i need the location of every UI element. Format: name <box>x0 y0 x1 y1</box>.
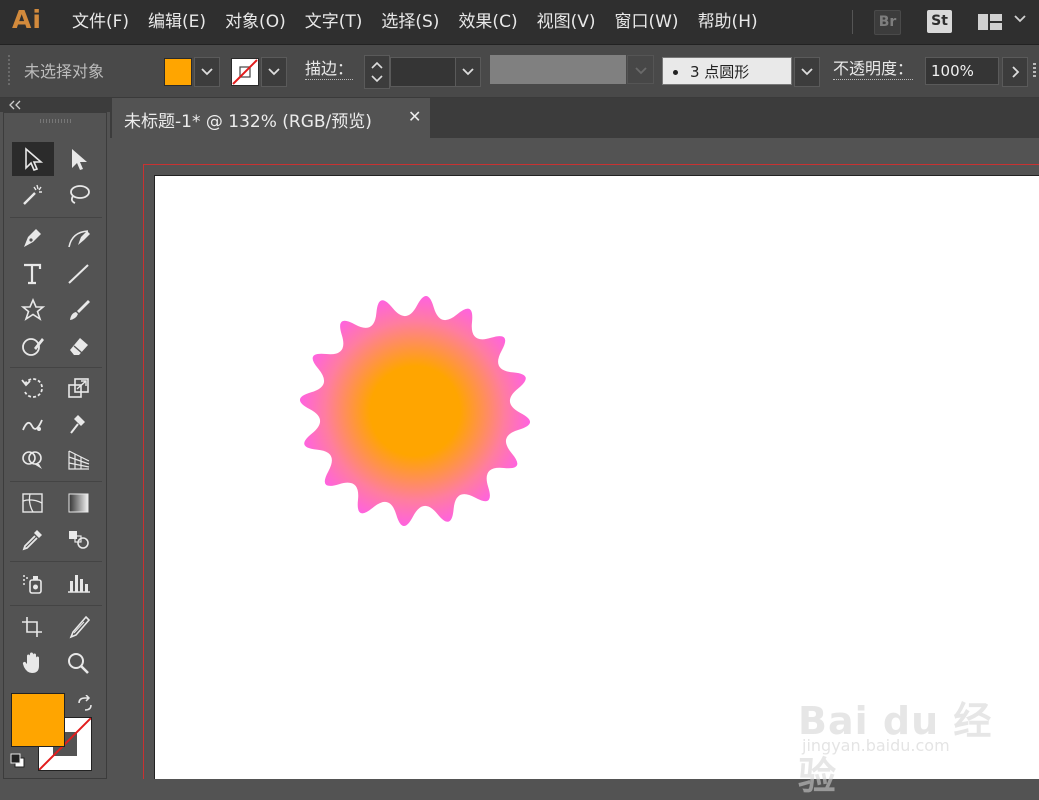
menu-select[interactable]: 选择(S) <box>371 0 448 44</box>
stroke-weight-input[interactable] <box>390 57 456 87</box>
default-colors-icon[interactable] <box>10 753 26 773</box>
menu-bar: Ai 文件(F) 编辑(E) 对象(O) 文字(T) 选择(S) 效果(C) 视… <box>0 0 1039 45</box>
line-tool[interactable] <box>58 257 100 291</box>
menu-edit[interactable]: 编辑(E) <box>138 0 215 44</box>
app-logo: Ai <box>12 5 42 34</box>
stroke-dropdown[interactable] <box>261 57 287 87</box>
slice-tool[interactable] <box>58 610 100 644</box>
menu-effect[interactable]: 效果(C) <box>448 0 526 44</box>
artboard-tool[interactable] <box>12 610 54 644</box>
shaper-tool[interactable] <box>12 329 54 363</box>
gradient-tool[interactable] <box>58 486 100 520</box>
direct-selection-tool[interactable] <box>58 142 100 176</box>
lasso-tool[interactable] <box>58 178 100 212</box>
scale-tool[interactable] <box>58 371 100 405</box>
swap-colors-icon[interactable] <box>76 694 94 717</box>
selection-tool[interactable] <box>12 142 54 176</box>
tool-divider <box>10 367 102 368</box>
curvature-tool[interactable] <box>58 221 100 255</box>
watermark-url: jingyan.baidu.com <box>802 736 950 755</box>
workspace-layout-icon[interactable] <box>977 12 1003 36</box>
menu-type[interactable]: 文字(T) <box>295 0 372 44</box>
paintbrush-tool[interactable] <box>58 293 100 327</box>
menu-divider <box>852 10 853 34</box>
toolbox-grip[interactable] <box>40 119 72 123</box>
profile-dropdown[interactable] <box>627 55 654 84</box>
type-tool[interactable] <box>12 257 54 291</box>
brush-dropdown[interactable] <box>794 57 820 87</box>
menu-window[interactable]: 窗口(W) <box>604 0 687 44</box>
opacity-input[interactable]: 100% <box>925 57 999 85</box>
brush-definition-field[interactable]: 3 点圆形 <box>662 57 792 85</box>
toolbox-header <box>0 98 110 112</box>
bridge-button[interactable]: Br <box>874 10 901 35</box>
tools-panel <box>3 112 107 779</box>
menu-file[interactable]: 文件(F) <box>62 0 138 44</box>
collapse-icon[interactable] <box>8 100 22 110</box>
document-tab-title: 未标题-1* @ 132% (RGB/预览) <box>124 112 372 132</box>
baidu-watermark: Bai du 经验 jingyan.baidu.com <box>798 660 1018 798</box>
opacity-arrow-button[interactable] <box>1002 57 1028 87</box>
star-tool[interactable] <box>12 293 54 327</box>
overflow-grip[interactable] <box>1033 63 1036 79</box>
zoom-tool[interactable] <box>58 646 100 680</box>
hand-tool[interactable] <box>12 646 54 680</box>
pen-tool[interactable] <box>12 221 54 255</box>
perspective-grid-tool[interactable] <box>58 443 100 477</box>
close-tab-button[interactable]: ✕ <box>408 107 421 126</box>
stroke-weight-stepper[interactable] <box>364 55 390 89</box>
tool-divider <box>10 561 102 562</box>
fill-color-proxy[interactable] <box>11 693 65 747</box>
fill-dropdown[interactable] <box>194 57 220 87</box>
rotate-tool[interactable] <box>12 371 54 405</box>
mesh-tool[interactable] <box>12 486 54 520</box>
stroke-swatch[interactable] <box>231 58 259 86</box>
grip-handle[interactable] <box>8 55 10 85</box>
symbol-sprayer-tool[interactable] <box>12 566 54 600</box>
eyedropper-tool[interactable] <box>12 522 54 556</box>
document-tab-bar: 未标题-1* @ 132% (RGB/预览) ✕ <box>110 98 1039 138</box>
eraser-tool[interactable] <box>58 329 100 363</box>
magic-wand-tool[interactable] <box>12 178 54 212</box>
menu-view[interactable]: 视图(V) <box>527 0 605 44</box>
tool-divider <box>10 217 102 218</box>
main-menu: 文件(F) 编辑(E) 对象(O) 文字(T) 选择(S) 效果(C) 视图(V… <box>62 0 767 44</box>
menu-object[interactable]: 对象(O) <box>215 0 295 44</box>
tool-divider <box>10 605 102 606</box>
document-tab[interactable]: 未标题-1* @ 132% (RGB/预览) ✕ <box>112 98 430 138</box>
brush-value: 3 点圆形 <box>690 63 750 81</box>
stroke-weight-dropdown[interactable] <box>455 57 481 87</box>
variable-width-profile[interactable] <box>490 55 626 84</box>
menu-help[interactable]: 帮助(H) <box>688 0 767 44</box>
blend-tool[interactable] <box>58 522 100 556</box>
stroke-label[interactable]: 描边： <box>305 59 354 80</box>
tool-divider <box>10 481 102 482</box>
chevron-down-icon[interactable] <box>1014 13 1026 29</box>
selection-status: 未选择对象 <box>24 62 105 81</box>
column-graph-tool[interactable] <box>58 566 100 600</box>
stock-button[interactable]: St <box>927 10 952 33</box>
brush-dot-icon <box>673 70 678 75</box>
opacity-label[interactable]: 不透明度： <box>833 59 914 80</box>
warp-tool[interactable] <box>12 407 54 441</box>
puppet-warp-tool[interactable] <box>58 407 100 441</box>
fill-swatch[interactable] <box>164 58 192 86</box>
shape-builder-tool[interactable] <box>12 443 54 477</box>
